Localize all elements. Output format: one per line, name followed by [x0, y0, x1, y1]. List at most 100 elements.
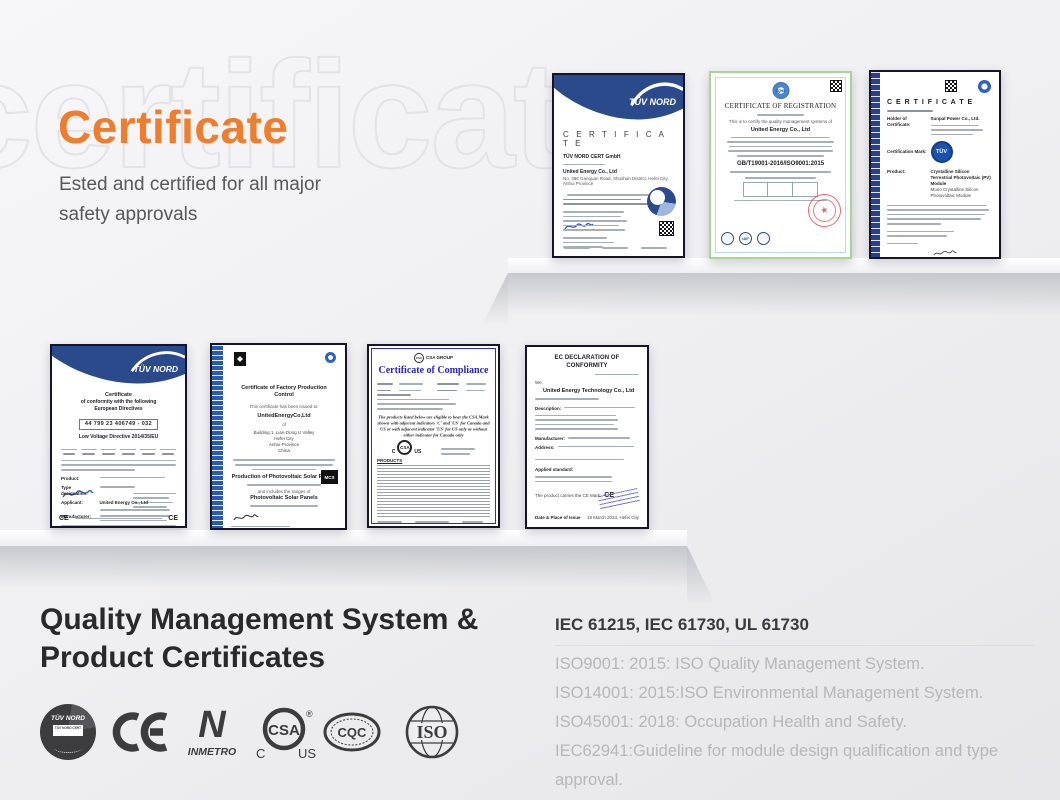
footer-lines	[231, 526, 337, 530]
text-lines	[722, 171, 839, 178]
signature-icon	[933, 249, 957, 258]
certify-line: This is to certify the quality managemen…	[722, 119, 839, 125]
product-line2: Mono Crystalline Silicon Photovoltaic Mo…	[931, 187, 991, 199]
subtitle-line2: safety approvals	[59, 204, 197, 225]
we-word: We,	[535, 380, 639, 386]
heading-line1: Certificate	[61, 392, 176, 399]
cqc-text: CQC	[338, 725, 368, 740]
certificate-page: certificate Certificate Ested and certif…	[0, 0, 1060, 800]
tuv-certification-mark-icon: TÜV	[931, 141, 953, 163]
tuv-brand-text: TÜV NORD	[40, 715, 96, 722]
tuv-nord-wordmark: TÜV NORD	[629, 97, 676, 107]
qr-code-icon	[830, 80, 842, 92]
csa-c-indicator: C	[256, 746, 265, 761]
registration-heading: CERTIFICATE OF REGISTRATION	[722, 102, 839, 111]
registration-number: 44 799 23 406749 - 032	[79, 419, 158, 430]
iso-text: ISO	[416, 722, 447, 742]
company-name: United Energy Technology Co., Ltd	[543, 388, 639, 395]
applicant-name: United Energy Co., Ltd	[100, 500, 177, 506]
certificate-tuv-nord-main: TÜV NORD C E R T I F I C A T E TÜV NORD …	[552, 73, 685, 258]
issuer-name: TÜV NORD CERT GmbH	[563, 154, 674, 161]
csa-monogram-icon: CSA	[414, 353, 424, 363]
divider-line	[555, 645, 1034, 646]
company-address: No. 398 Ganquan Road, Shushan District, …	[563, 176, 674, 188]
text-lines	[61, 525, 176, 528]
certificate-tuv-directives: TÜV NORD Certificate of conformity with …	[50, 344, 187, 528]
product-label: Product:	[887, 169, 927, 198]
products-dense-text	[377, 465, 490, 517]
ce-mark-icon	[112, 709, 172, 755]
certificate-factory-production-control: Certificate of Factory Production Contro…	[210, 343, 347, 530]
holder-name: Sunpal Power Co., Ltd.	[931, 116, 991, 122]
tuv-nord-wordmark: TÜV NORD	[134, 364, 178, 374]
certificate-sunpal: C E R T I F I C A T E Holder of Certific…	[869, 70, 1001, 259]
product2: Photovoltaic Solar Panels	[231, 495, 337, 502]
csa-us-indicator: US	[414, 449, 421, 455]
shelf-middle	[0, 530, 687, 546]
accreditation-badges: IAF	[721, 232, 770, 245]
issued-to-lines	[377, 394, 490, 409]
audit-table	[743, 182, 818, 197]
certificate-ec-declaration: EC DECLARATION OF CONFORMITY We, United …	[525, 345, 649, 529]
accreditation-badge-icon	[757, 232, 770, 245]
products-label: PRODUCTS	[377, 458, 490, 464]
mcs-logo: MCS	[321, 470, 338, 484]
tuv-nord-logo-icon: TÜV NORD TÜV NORD CERT	[40, 704, 96, 760]
address-line4: China	[231, 448, 337, 454]
round-logo-icon	[325, 352, 336, 363]
product-line1: Crystalline Silicon Terrestrial Photovol…	[931, 169, 991, 187]
csa-text: CSA	[268, 722, 300, 739]
csa-us-indicator: US	[298, 746, 316, 761]
page-title: Certificate	[58, 100, 288, 154]
holder-label: Holder of Certificate:	[887, 116, 927, 136]
csa-group-wordmark: CSA GROUP	[426, 355, 453, 361]
iso-logo-icon: ISO	[404, 704, 460, 760]
standard-lines	[535, 476, 639, 482]
csa-c-indicator: C	[392, 449, 396, 455]
mark-label: Certification Mark:	[887, 149, 927, 155]
certificate-of-compliance: CSA CSA GROUP Certificate of Compliance …	[367, 344, 500, 528]
ce-line: The product carries the CE Mark:	[535, 493, 601, 499]
certificate-heading: C E R T I F I C A T E	[563, 130, 674, 148]
description-label: Description:	[535, 406, 561, 412]
certificate-heading: C E R T I F I C A T E	[887, 98, 991, 107]
date-label: Date & Place of Issue	[535, 515, 581, 521]
type-label: Type designation:	[61, 485, 96, 497]
zqhx-logo: ZQHX	[772, 82, 789, 99]
certificate-of-registration: ZQHX CERTIFICATE OF REGISTRATION This is…	[709, 71, 852, 259]
standard-number: GB/T19001-2016/ISO9001:2015	[722, 161, 839, 169]
standard-item: ISO45001: 2018: Occupation Health and Sa…	[555, 708, 1060, 737]
accreditation-badge-icon	[721, 232, 734, 245]
footer-lines	[377, 521, 490, 523]
signature-icon	[233, 513, 259, 523]
issued-by-lines	[441, 445, 475, 454]
company-name: United Energy Co., Ltd	[722, 127, 839, 134]
cqc-logo-icon: CQC	[323, 711, 383, 755]
address-label: Address:	[535, 445, 555, 451]
standard-label: Applied standard:	[535, 467, 639, 473]
inmetro-caption: INMETRO	[186, 746, 238, 758]
iaf-badge-icon: IAF	[739, 232, 752, 245]
factory-heading: Certificate of Factory Production Contro…	[231, 385, 337, 399]
quality-heading: Quality Management System &Product Certi…	[40, 601, 478, 677]
shelf-top	[508, 258, 1060, 273]
certificate-side-stripe	[212, 345, 223, 528]
company-name: UnitedEnergyCo,Ltd	[231, 413, 337, 420]
csa-registered-mark: ®	[306, 709, 313, 719]
csa-statement: The products listed below are eligible t…	[377, 414, 490, 438]
issued-line: This certificate has been issued to:	[231, 404, 337, 410]
tuv-cert-box-text: TÜV NORD CERT	[53, 725, 83, 736]
product-label: Product:	[61, 476, 96, 482]
model-lines	[535, 415, 639, 430]
quality-heading-line2: Product Certificates	[40, 641, 325, 674]
of-word: of	[231, 422, 337, 428]
ec-heading: EC DECLARATION OF CONFORMITY	[535, 355, 639, 371]
field-grid	[377, 380, 490, 391]
manufacturer-label: Manufacturer:	[535, 436, 565, 442]
standard-item: IEC62941:Guideline for module design qua…	[555, 737, 1060, 795]
standards-heading: IEC 61215, IEC 61730, UL 61730	[555, 615, 809, 635]
text-lines	[61, 460, 176, 471]
directive-name: Low Voltage Directive 2014/35/EU	[61, 434, 176, 441]
standard-item: ISO14001: 2015:ISO Environmental Managem…	[555, 679, 1060, 708]
date-value: 18 March 2023, Hefei City	[587, 515, 639, 521]
